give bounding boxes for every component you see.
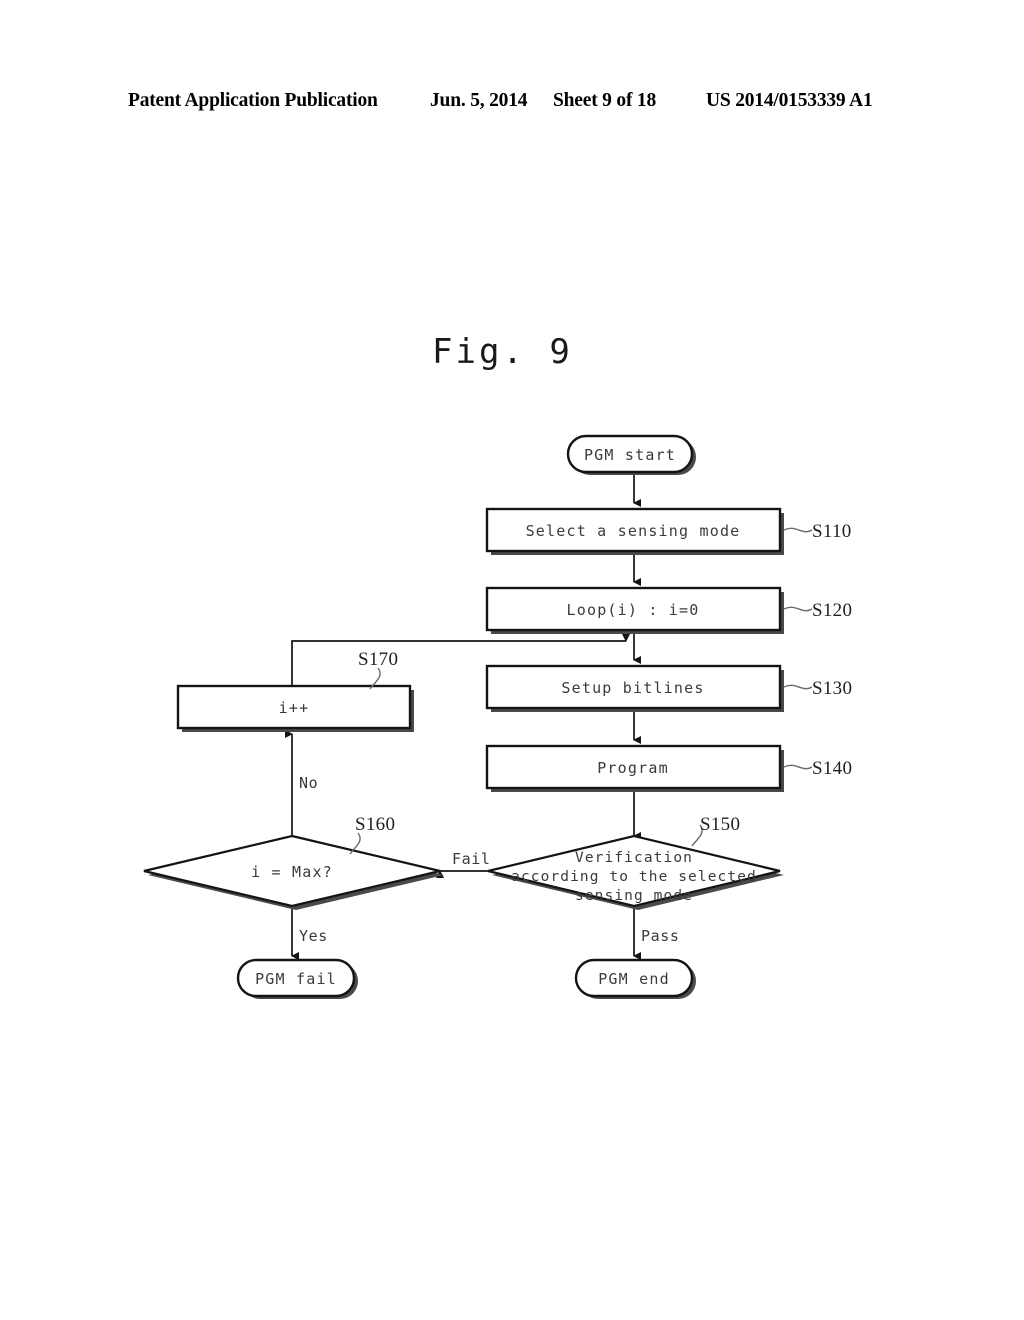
node-s160-label: i = Max? [251,863,333,881]
node-s160-i-equals-max: i = Max? [143,834,444,910]
node-s150-label-line3: sensing mode [575,888,693,904]
node-s170-increment: i++ [176,684,414,732]
edge-label-no: No [299,774,318,792]
node-s130-label: Setup bitlines [561,679,704,697]
step-label-s150: S150 [691,814,740,847]
step-label-s140: S140 [783,758,852,779]
step-label-s170-text: S170 [358,649,398,670]
step-label-s130-text: S130 [812,678,852,699]
step-label-s110: S110 [783,521,852,542]
node-s120-label: Loop(i) : i=0 [567,601,700,619]
edge-label-yes: Yes [299,927,328,945]
node-s170-label: i++ [279,699,310,717]
node-s110-label: Select a sensing mode [526,522,741,540]
node-s140-program: Program [485,744,784,792]
node-pgm-start-label: PGM start [584,446,676,464]
step-label-s130: S130 [783,678,852,699]
node-s150-label-line1: Verification [575,850,693,866]
step-label-s170: S170 [358,649,398,690]
node-pgm-fail-label: PGM fail [255,970,337,988]
node-s140-label: Program [597,759,669,777]
node-s120-loop-init: Loop(i) : i=0 [485,586,784,634]
node-pgm-start: PGM start [566,434,696,475]
node-s110-select-sensing-mode: Select a sensing mode [485,507,784,555]
node-s150-label-line2: according to the selected [511,869,757,885]
step-label-s160: S160 [349,814,395,855]
node-s150-verification: Verification according to the selected s… [487,834,784,910]
step-label-s140-text: S140 [812,758,852,779]
node-pgm-fail: PGM fail [236,958,358,999]
node-s130-setup-bitlines: Setup bitlines [485,664,784,712]
node-pgm-end-label: PGM end [598,970,670,988]
step-label-s120: S120 [783,600,852,621]
step-label-s160-text: S160 [355,814,395,835]
step-label-s150-text: S150 [700,814,740,835]
edge-label-pass: Pass [641,927,680,945]
edge-label-fail: Fail [452,850,491,868]
step-label-s110-text: S110 [812,521,852,542]
flowchart-diagram: PGM start Select a sensing mode S110 Loo… [143,434,852,999]
step-label-s120-text: S120 [812,600,852,621]
node-pgm-end: PGM end [574,958,696,999]
